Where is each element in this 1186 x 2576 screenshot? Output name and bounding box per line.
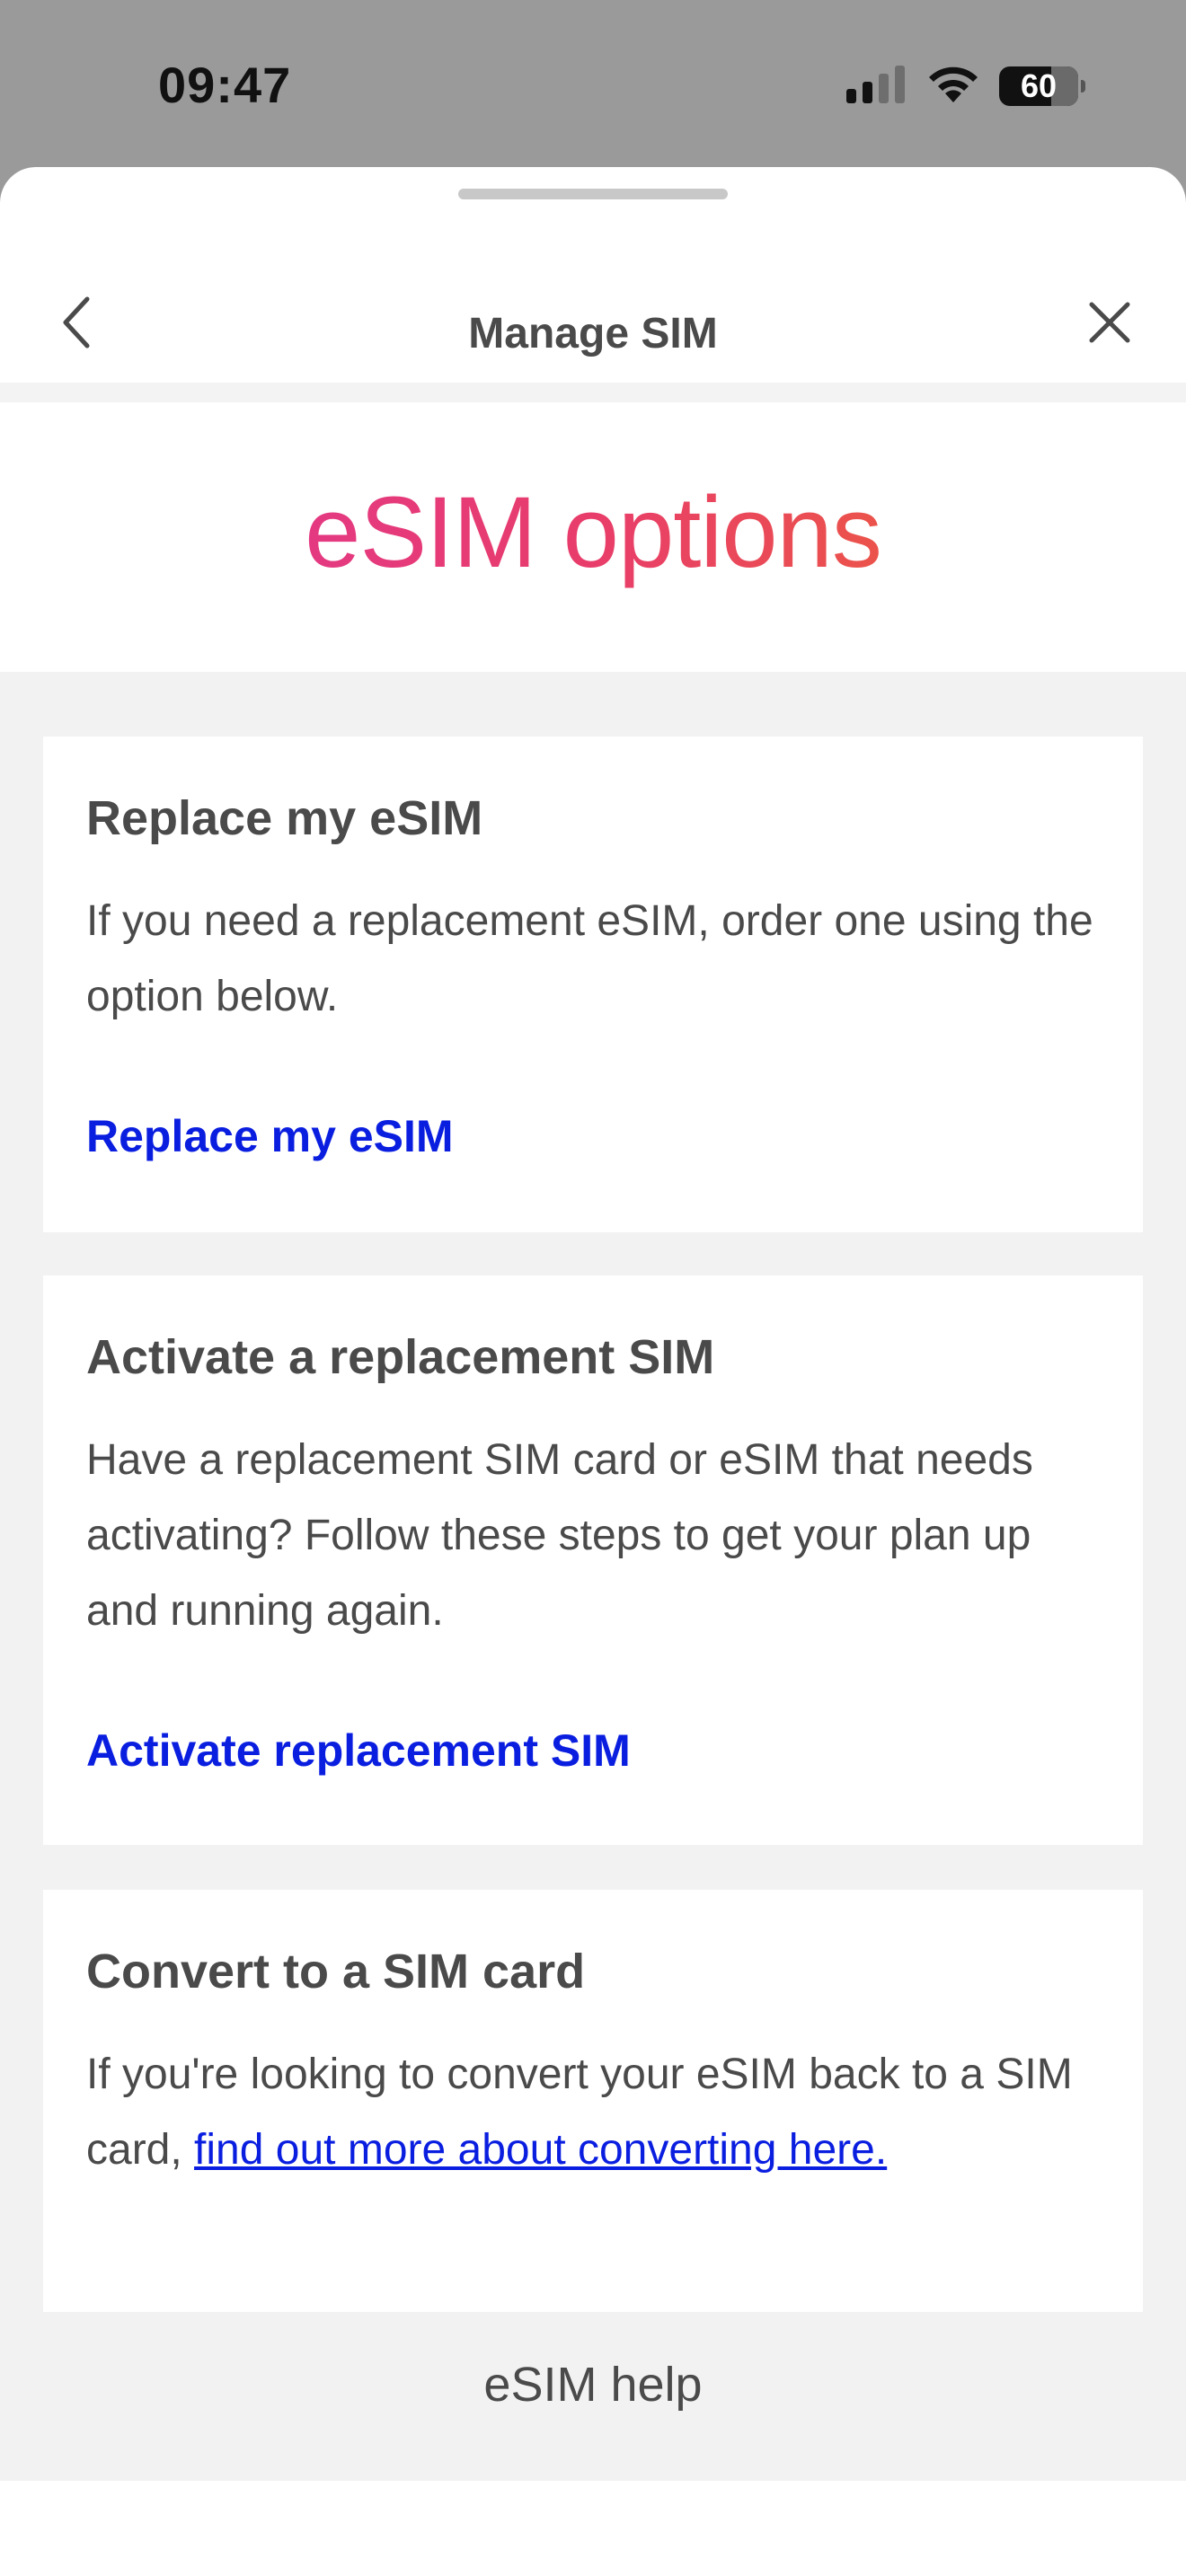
cellular-signal-icon <box>846 64 907 108</box>
options-content: Replace my eSIM If you need a replacemen… <box>0 672 1186 2576</box>
card-title: Convert to a SIM card <box>86 1945 586 1998</box>
activate-replacement-card: Activate a replacement SIM Have a replac… <box>43 1275 1143 1845</box>
battery-percentage: 60 <box>1020 66 1058 104</box>
close-icon <box>1088 301 1131 348</box>
status-bar: 09:47 60 <box>0 0 1186 171</box>
nav-header: Manage SIM <box>0 203 1186 383</box>
hero-title: eSIM options <box>0 474 1186 590</box>
converting-info-link[interactable]: find out more about converting here. <box>194 2126 887 2174</box>
card-title: Activate a replacement SIM <box>86 1330 715 1384</box>
replace-esim-card: Replace my eSIM If you need a replacemen… <box>43 737 1143 1232</box>
card-title: Replace my eSIM <box>86 791 483 845</box>
card-body: If you need a replacement eSIM, order on… <box>86 897 1093 1020</box>
status-icons: 60 <box>846 63 1085 109</box>
bottom-safe-area <box>0 2481 1186 2576</box>
wifi-icon <box>925 63 981 109</box>
replace-esim-link[interactable]: Replace my eSIM <box>86 1110 454 1162</box>
esim-help-link[interactable]: eSIM help <box>0 2357 1186 2413</box>
card-body: Have a replacement SIM card or eSIM that… <box>86 1436 1033 1635</box>
activate-replacement-sim-link[interactable]: Activate replacement SIM <box>86 1725 631 1777</box>
status-time: 09:47 <box>158 57 292 113</box>
manage-sim-sheet: Manage SIM eSIM options Replace my eSIM … <box>0 167 1186 2576</box>
sheet-grabber[interactable] <box>458 189 728 199</box>
close-button[interactable] <box>1078 293 1141 356</box>
convert-to-sim-card: Convert to a SIM card If you're looking … <box>43 1890 1143 2312</box>
page-title: Manage SIM <box>468 310 718 357</box>
header-divider <box>0 383 1186 402</box>
hero-section: eSIM options <box>0 402 1186 672</box>
battery-icon: 60 <box>999 66 1085 106</box>
card-body: If you're looking to convert your eSIM b… <box>86 2037 1100 2188</box>
